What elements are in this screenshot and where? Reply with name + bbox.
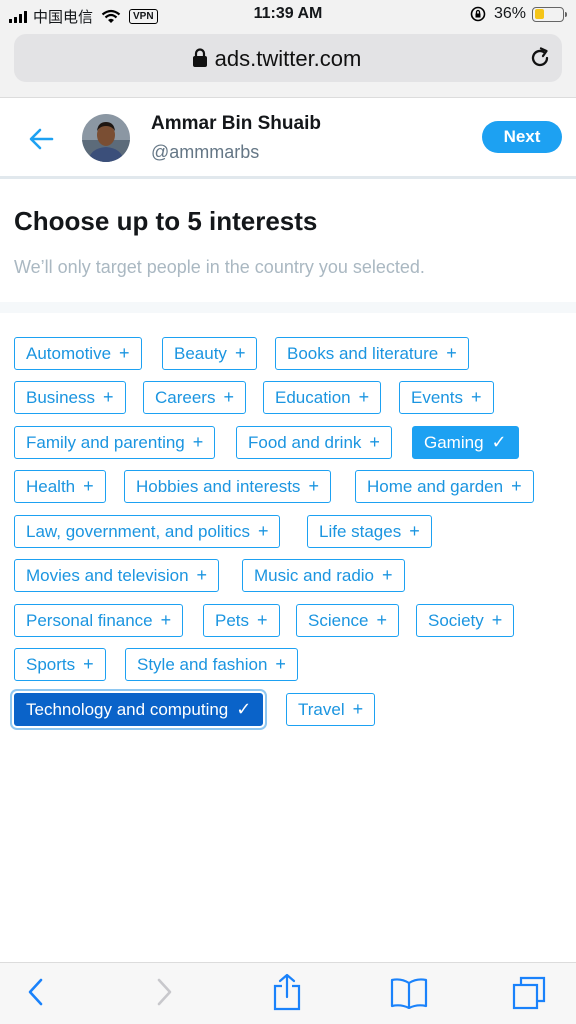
plus-icon: + bbox=[376, 610, 387, 630]
share-icon[interactable] bbox=[272, 973, 302, 1011]
next-button[interactable]: Next bbox=[482, 121, 562, 153]
plus-icon: + bbox=[234, 343, 246, 363]
interest-chip-beauty[interactable]: Beauty + bbox=[162, 337, 258, 370]
interest-chip-pets[interactable]: Pets + bbox=[203, 604, 280, 637]
interest-chip-automotive[interactable]: Automotive + bbox=[14, 337, 142, 370]
interest-chip-style-and-fashion[interactable]: Style and fashion + bbox=[125, 648, 298, 681]
interest-chip-label: Movies and television bbox=[26, 566, 189, 585]
url-text: ads.twitter.com bbox=[214, 46, 362, 71]
interest-chip-education[interactable]: Education + bbox=[263, 381, 382, 414]
interest-chip-label: Pets bbox=[215, 611, 250, 630]
interest-chip-label: Home and garden bbox=[367, 477, 504, 496]
interest-chip-law-government-and-politics[interactable]: Law, government, and politics + bbox=[14, 515, 281, 548]
interest-chip-science[interactable]: Science + bbox=[296, 604, 399, 637]
interest-chip-label: Education bbox=[275, 388, 351, 407]
address-bar[interactable]: ads.twitter.com bbox=[14, 34, 562, 82]
plus-icon: + bbox=[83, 654, 94, 674]
interest-chip-label: Society bbox=[428, 611, 484, 630]
plus-icon: + bbox=[446, 343, 457, 363]
interest-chip-label: Hobbies and interests bbox=[136, 477, 301, 496]
reload-icon[interactable] bbox=[528, 46, 552, 70]
interest-chip-label: Travel bbox=[298, 700, 345, 719]
checkmark-icon: ✓ bbox=[491, 432, 507, 452]
plus-icon: + bbox=[119, 343, 130, 363]
avatar[interactable] bbox=[82, 114, 130, 162]
interest-chip-label: Careers bbox=[155, 388, 216, 407]
account-name: Ammar Bin Shuaib bbox=[151, 113, 321, 134]
back-icon[interactable] bbox=[26, 977, 46, 1007]
interest-chip-health[interactable]: Health + bbox=[14, 470, 106, 503]
plus-icon: + bbox=[491, 610, 503, 630]
page-title: Choose up to 5 interests bbox=[14, 206, 318, 236]
plus-icon: + bbox=[257, 610, 268, 630]
interest-chip-label: Life stages bbox=[319, 522, 402, 541]
interest-chip-society[interactable]: Society + bbox=[416, 604, 515, 637]
interest-chip-label: Health bbox=[26, 477, 76, 496]
plus-icon: + bbox=[470, 387, 482, 407]
interest-chip-label: Style and fashion bbox=[137, 655, 268, 674]
plus-icon: + bbox=[275, 654, 286, 674]
plus-icon: + bbox=[308, 476, 319, 496]
interest-chip-label: Personal finance bbox=[26, 611, 153, 630]
interest-chip-music-and-radio[interactable]: Music and radio + bbox=[242, 559, 405, 592]
checkmark-icon: ✓ bbox=[236, 699, 252, 719]
interest-chip-label: Beauty bbox=[174, 344, 227, 363]
plus-icon: + bbox=[83, 476, 94, 496]
plus-icon: + bbox=[257, 521, 269, 541]
page-header: Ammar Bin Shuaib @ammmarbs Next bbox=[0, 99, 576, 179]
interest-chip-life-stages[interactable]: Life stages + bbox=[307, 515, 432, 548]
interest-chip-hobbies-and-interests[interactable]: Hobbies and interests + bbox=[124, 470, 331, 503]
plus-icon: + bbox=[382, 565, 393, 585]
interest-chip-label: Books and literature bbox=[287, 344, 439, 363]
status-bar: 中国电信 VPN 11:39 AM 36% bbox=[0, 0, 576, 30]
interest-chip-food-and-drink[interactable]: Food and drink + bbox=[236, 426, 392, 459]
plus-icon: + bbox=[511, 476, 522, 496]
interest-chip-books-and-literature[interactable]: Books and literature + bbox=[275, 337, 469, 370]
plus-icon: + bbox=[160, 610, 172, 630]
bookmarks-icon[interactable] bbox=[390, 977, 428, 1009]
tabs-icon[interactable] bbox=[511, 975, 547, 1011]
interest-chip-label: Family and parenting bbox=[26, 433, 185, 452]
interest-chip-gaming[interactable]: Gaming ✓ bbox=[412, 426, 519, 459]
interest-chip-movies-and-television[interactable]: Movies and television + bbox=[14, 559, 220, 592]
interest-chip-sports[interactable]: Sports + bbox=[14, 648, 106, 681]
forward-icon[interactable] bbox=[154, 977, 174, 1007]
interest-chip-travel[interactable]: Travel + bbox=[286, 693, 376, 726]
plus-icon: + bbox=[102, 387, 114, 407]
interest-chip-label: Events bbox=[411, 388, 463, 407]
plus-icon: + bbox=[192, 432, 204, 452]
section-divider bbox=[0, 302, 576, 313]
battery-percent: 36% bbox=[493, 5, 526, 22]
interest-chip-label: Business bbox=[26, 388, 95, 407]
plus-icon: + bbox=[223, 387, 234, 407]
interest-chip-business[interactable]: Business + bbox=[14, 381, 126, 414]
back-arrow-icon[interactable] bbox=[28, 127, 54, 151]
plus-icon: + bbox=[369, 432, 380, 452]
interest-chip-personal-finance[interactable]: Personal finance + bbox=[14, 604, 184, 637]
account-handle: @ammmarbs bbox=[151, 142, 260, 162]
interest-chip-home-and-garden[interactable]: Home and garden + bbox=[355, 470, 534, 503]
interest-chip-technology-and-computing[interactable]: Technology and computing ✓ bbox=[14, 693, 264, 726]
interest-chip-label: Science bbox=[308, 611, 369, 630]
interest-chip-label: Technology and computing bbox=[26, 700, 229, 719]
battery-icon bbox=[532, 6, 567, 22]
interest-chip-events[interactable]: Events + bbox=[399, 381, 494, 414]
plus-icon: + bbox=[358, 387, 370, 407]
browser-address-area: ads.twitter.com bbox=[0, 30, 576, 98]
interest-chip-label: Sports bbox=[26, 655, 76, 674]
status-right: 36% bbox=[470, 5, 567, 23]
interest-chip-careers[interactable]: Careers + bbox=[143, 381, 246, 414]
interest-chip-label: Food and drink bbox=[248, 433, 362, 452]
plus-icon: + bbox=[352, 699, 364, 719]
interest-chip-label: Law, government, and politics bbox=[26, 522, 250, 541]
page-subtitle: We’ll only target people in the country … bbox=[14, 257, 425, 277]
interest-chip-label: Automotive bbox=[26, 344, 112, 363]
interest-chip-label: Music and radio bbox=[254, 566, 375, 585]
interest-chip-family-and-parenting[interactable]: Family and parenting + bbox=[14, 426, 216, 459]
plus-icon: + bbox=[196, 565, 208, 585]
plus-icon: + bbox=[409, 521, 420, 541]
orientation-lock-icon bbox=[470, 6, 486, 22]
interest-chip-label: Gaming bbox=[424, 433, 484, 452]
browser-toolbar bbox=[0, 962, 576, 1024]
